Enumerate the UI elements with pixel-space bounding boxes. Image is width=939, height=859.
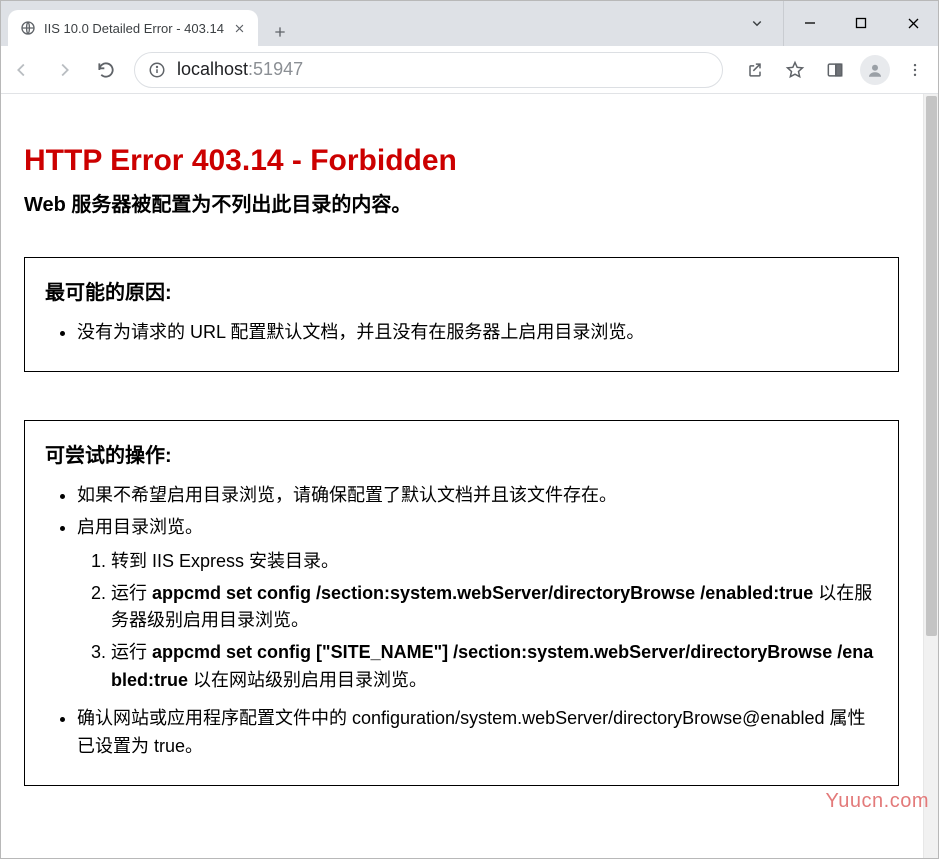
action-item: 确认网站或应用程序配置文件中的 configuration/system.web…: [77, 705, 878, 761]
share-icon[interactable]: [737, 52, 773, 88]
error-heading: HTTP Error 403.14 - Forbidden: [24, 144, 899, 178]
command-text: appcmd set config /section:system.webSer…: [152, 583, 813, 603]
side-panel-icon[interactable]: [817, 52, 853, 88]
url-host: localhost: [177, 59, 248, 79]
address-bar[interactable]: localhost:51947: [134, 52, 723, 88]
tab-title: IIS 10.0 Detailed Error - 403.14: [44, 21, 224, 36]
window-close-button[interactable]: [887, 0, 939, 46]
forward-button[interactable]: [44, 50, 84, 90]
browser-toolbar: localhost:51947: [0, 46, 939, 94]
actions-section: 可尝试的操作: 如果不希望启用目录浏览，请确保配置了默认文档并且该文件存在。 启…: [24, 420, 899, 786]
site-info-icon[interactable]: [145, 58, 169, 82]
action-step: 运行 appcmd set config ["SITE_NAME"] /sect…: [111, 639, 878, 695]
action-step: 运行 appcmd set config /section:system.web…: [111, 580, 878, 636]
kebab-menu-icon[interactable]: [897, 52, 933, 88]
avatar-icon: [860, 55, 890, 85]
window-controls: [731, 0, 939, 46]
toolbar-actions: [737, 52, 933, 88]
error-subheading: Web 服务器被配置为不列出此目录的内容。: [24, 188, 899, 217]
action-item-label: 启用目录浏览。: [77, 517, 203, 537]
minimize-button[interactable]: [783, 0, 835, 46]
reload-button[interactable]: [86, 50, 126, 90]
action-item: 启用目录浏览。 转到 IIS Express 安装目录。 运行 appcmd s…: [77, 514, 878, 695]
page-viewport: HTTP Error 403.14 - Forbidden Web 服务器被配置…: [0, 94, 923, 859]
new-tab-button[interactable]: [266, 18, 294, 46]
error-page: HTTP Error 403.14 - Forbidden Web 服务器被配置…: [0, 94, 923, 844]
action-step: 转到 IIS Express 安装目录。: [111, 548, 878, 576]
scrollbar-track[interactable]: [923, 94, 939, 859]
action-item: 如果不希望启用目录浏览，请确保配置了默认文档并且该文件存在。: [77, 482, 878, 510]
browser-tab[interactable]: IIS 10.0 Detailed Error - 403.14: [8, 10, 258, 46]
url-text: localhost:51947: [177, 59, 303, 80]
profile-button[interactable]: [857, 52, 893, 88]
url-port: :51947: [248, 59, 303, 79]
cause-item: 没有为请求的 URL 配置默认文档，并且没有在服务器上启用目录浏览。: [77, 319, 878, 347]
globe-icon: [20, 20, 36, 36]
tab-search-button[interactable]: [731, 0, 783, 46]
back-button[interactable]: [2, 50, 42, 90]
close-icon[interactable]: [232, 20, 248, 36]
causes-title: 最可能的原因:: [45, 276, 878, 305]
scrollbar-thumb[interactable]: [926, 96, 937, 636]
causes-section: 最可能的原因: 没有为请求的 URL 配置默认文档，并且没有在服务器上启用目录浏…: [24, 257, 899, 372]
maximize-button[interactable]: [835, 0, 887, 46]
bookmark-icon[interactable]: [777, 52, 813, 88]
actions-title: 可尝试的操作:: [45, 439, 878, 468]
tab-strip: IIS 10.0 Detailed Error - 403.14: [0, 0, 939, 46]
